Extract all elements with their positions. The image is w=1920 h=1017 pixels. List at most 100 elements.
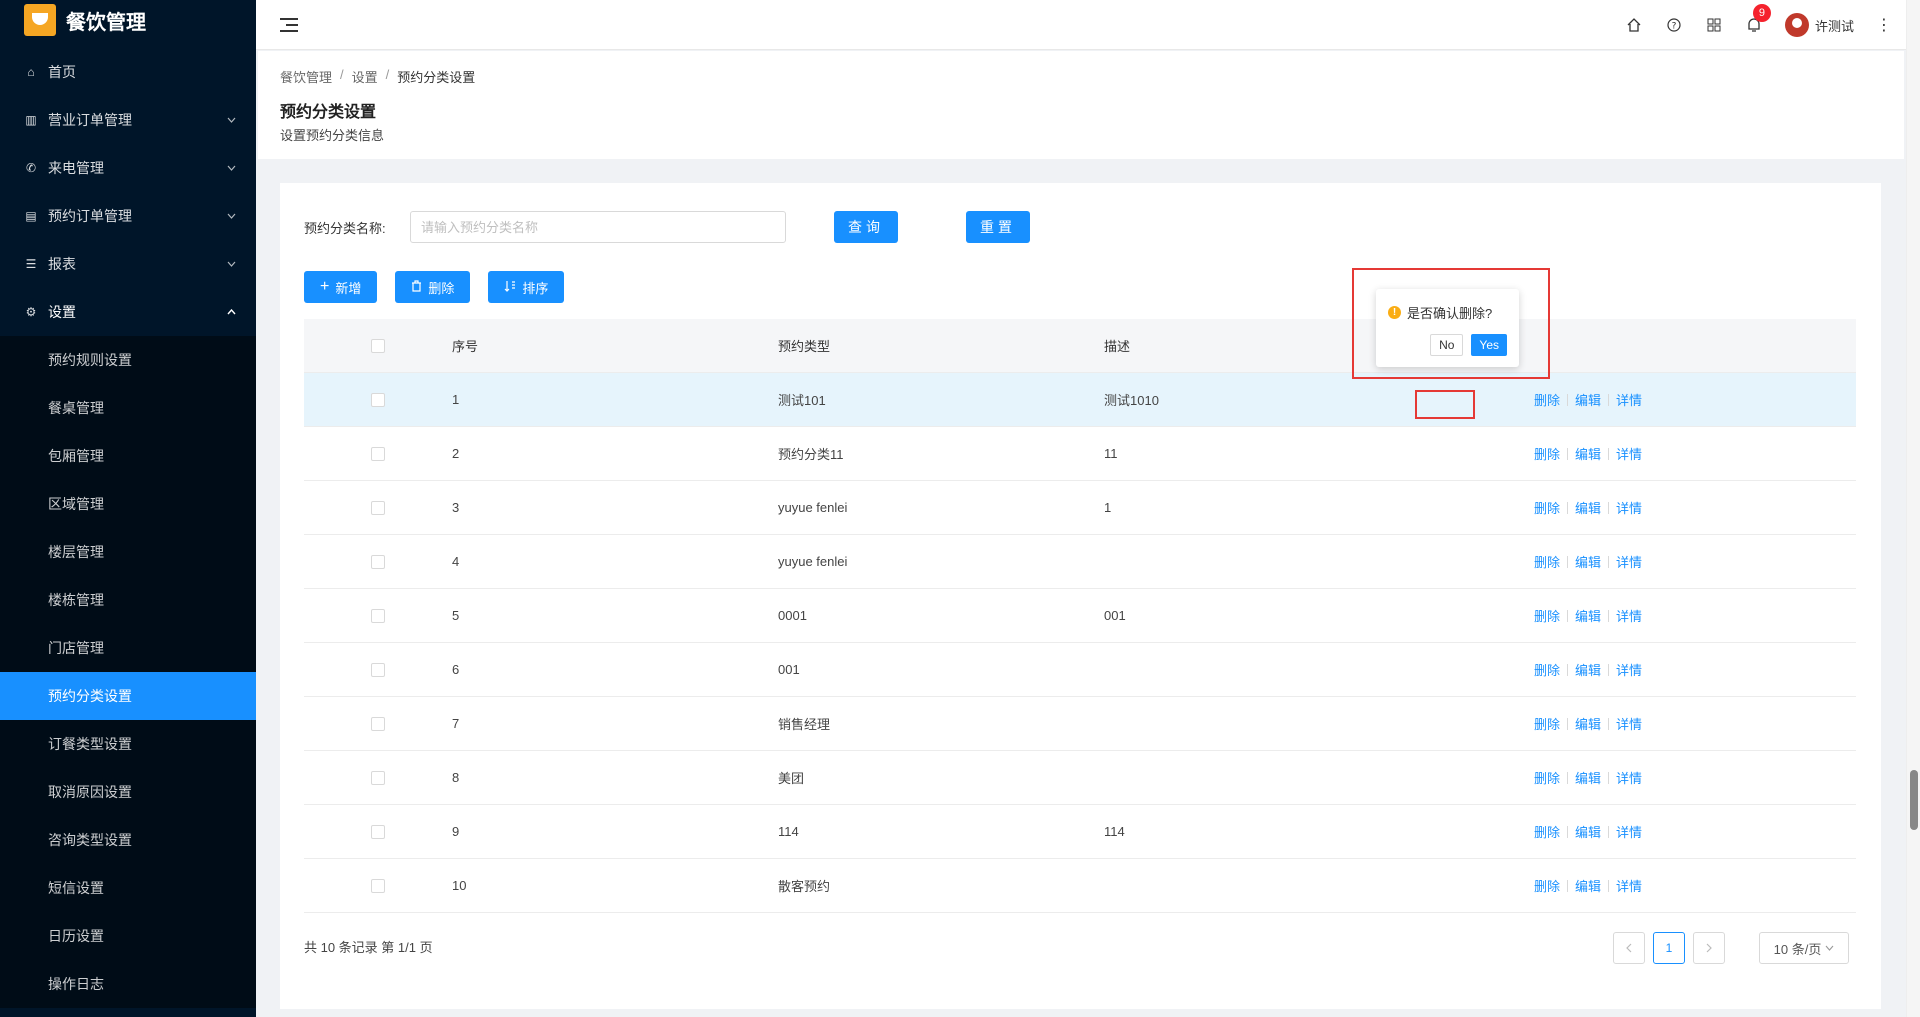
row-delete-link[interactable]: 删除: [1534, 714, 1560, 733]
row-checkbox[interactable]: [371, 824, 385, 839]
sidebar-item[interactable]: ⚙ 设置: [0, 288, 256, 336]
bell-icon[interactable]: 9: [1745, 4, 1771, 34]
sort-button[interactable]: 排序: [488, 271, 565, 303]
row-checkbox[interactable]: [371, 554, 385, 569]
row-delete-link[interactable]: 删除: [1534, 606, 1560, 625]
cell-index: 6: [452, 662, 460, 677]
row-detail-link[interactable]: 详情: [1616, 660, 1642, 679]
table-row[interactable]: 4 yuyue fenlei 删除 编辑 详情: [304, 535, 1856, 589]
sidebar-subitem[interactable]: 预约分类设置: [0, 672, 256, 720]
sidebar-subitem[interactable]: 餐桌管理: [0, 384, 256, 432]
add-button[interactable]: + 新增: [304, 271, 378, 303]
row-detail-link[interactable]: 详情: [1616, 768, 1642, 787]
popconfirm-yes-button[interactable]: Yes: [1471, 334, 1507, 356]
sidebar-subitem[interactable]: 订餐类型设置: [0, 720, 256, 768]
sidebar-subitem[interactable]: 咨询类型设置: [0, 816, 256, 864]
sidebar-item[interactable]: ☰ 报表: [0, 240, 256, 288]
row-detail-link[interactable]: 详情: [1616, 606, 1642, 625]
scrollbar-thumb[interactable]: [1910, 770, 1918, 830]
reset-button[interactable]: 重置: [966, 211, 1030, 243]
row-checkbox[interactable]: [371, 608, 385, 623]
sidebar-subitem[interactable]: 取消原因设置: [0, 768, 256, 816]
search-input[interactable]: [410, 211, 786, 243]
sidebar-item[interactable]: ▤ 预约订单管理: [0, 192, 256, 240]
row-detail-link[interactable]: 详情: [1616, 444, 1642, 463]
table-row[interactable]: 8 美团 删除 编辑 详情: [304, 751, 1856, 805]
table-row[interactable]: 9 114 114 删除 编辑 详情: [304, 805, 1856, 859]
row-checkbox[interactable]: [371, 716, 385, 731]
row-checkbox[interactable]: [371, 500, 385, 515]
row-checkbox[interactable]: [371, 392, 385, 407]
row-detail-link[interactable]: 详情: [1616, 822, 1642, 841]
row-detail-link[interactable]: 详情: [1616, 390, 1642, 409]
sidebar-subitem[interactable]: 楼栋管理: [0, 576, 256, 624]
sidebar-item[interactable]: ▥ 营业订单管理: [0, 96, 256, 144]
apps-grid-icon[interactable]: [1705, 16, 1723, 34]
row-delete-link[interactable]: 删除: [1534, 498, 1560, 517]
user-menu[interactable]: 许测试: [1784, 13, 1854, 37]
home-icon[interactable]: [1625, 16, 1643, 34]
sidebar-subitem[interactable]: 日历设置: [0, 912, 256, 960]
row-delete-link[interactable]: 删除: [1534, 876, 1560, 895]
sidebar-subitem[interactable]: 区域管理: [0, 480, 256, 528]
row-edit-link[interactable]: 编辑: [1575, 822, 1601, 841]
row-checkbox[interactable]: [371, 446, 385, 461]
breadcrumb-item[interactable]: 设置: [352, 67, 378, 86]
row-checkbox[interactable]: [371, 770, 385, 785]
query-button[interactable]: 查询: [834, 211, 898, 243]
prev-page-button[interactable]: [1613, 932, 1645, 964]
help-icon[interactable]: ?: [1665, 16, 1683, 34]
sidebar-subitem[interactable]: 操作日志: [0, 960, 256, 1008]
table-row[interactable]: 6 001 删除 编辑 详情: [304, 643, 1856, 697]
row-delete-link[interactable]: 删除: [1534, 822, 1560, 841]
next-page-button[interactable]: [1693, 932, 1725, 964]
more-vertical-icon[interactable]: ⋮: [1876, 15, 1892, 35]
table-row[interactable]: 3 yuyue fenlei 1 删除 编辑 详情: [304, 481, 1856, 535]
row-detail-link[interactable]: 详情: [1616, 552, 1642, 571]
sidebar-item[interactable]: ⌂ 首页: [0, 48, 256, 96]
row-edit-link[interactable]: 编辑: [1575, 552, 1601, 571]
row-edit-link[interactable]: 编辑: [1575, 390, 1601, 409]
sidebar-subitem[interactable]: 预约规则设置: [0, 336, 256, 384]
row-detail-link[interactable]: 详情: [1616, 714, 1642, 733]
row-detail-link[interactable]: 详情: [1616, 498, 1642, 517]
table-row[interactable]: 5 0001 001 删除 编辑 详情: [304, 589, 1856, 643]
action-divider: [1567, 393, 1569, 406]
menu-fold-icon[interactable]: [280, 17, 300, 33]
breadcrumb-item[interactable]: 餐饮管理: [280, 67, 332, 86]
action-divider: [1567, 555, 1569, 568]
row-delete-link[interactable]: 删除: [1534, 768, 1560, 787]
row-edit-link[interactable]: 编辑: [1575, 768, 1601, 787]
page-size-select[interactable]: 10 条/页: [1759, 932, 1849, 964]
row-detail-link[interactable]: 详情: [1616, 876, 1642, 895]
table-row[interactable]: 7 销售经理 删除 编辑 详情: [304, 697, 1856, 751]
sidebar-subitem[interactable]: 短信设置: [0, 864, 256, 912]
sidebar-subitem[interactable]: 门店管理: [0, 624, 256, 672]
sidebar-subitem[interactable]: 包厢管理: [0, 432, 256, 480]
table-row[interactable]: 2 预约分类11 11 删除 编辑 详情: [304, 427, 1856, 481]
row-delete-link[interactable]: 删除: [1534, 444, 1560, 463]
row-edit-link[interactable]: 编辑: [1575, 660, 1601, 679]
row-delete-link[interactable]: 删除: [1534, 390, 1560, 409]
row-edit-link[interactable]: 编辑: [1575, 714, 1601, 733]
row-checkbox[interactable]: [371, 878, 385, 893]
table-row[interactable]: 1 测试101 测试1010 删除 编辑 详情: [304, 373, 1856, 427]
select-all-checkbox[interactable]: [371, 338, 385, 353]
action-divider: [1567, 663, 1569, 676]
popconfirm-no-button[interactable]: No: [1430, 334, 1464, 356]
row-checkbox[interactable]: [371, 662, 385, 677]
sidebar-item[interactable]: ✆ 来电管理: [0, 144, 256, 192]
annotation-highlight-delete-link: [1415, 390, 1475, 419]
page-number-button[interactable]: 1: [1653, 932, 1685, 964]
page-scrollbar[interactable]: [1906, 0, 1920, 1017]
row-delete-link[interactable]: 删除: [1534, 660, 1560, 679]
table-row[interactable]: 10 散客预约 删除 编辑 详情: [304, 859, 1856, 913]
row-edit-link[interactable]: 编辑: [1575, 444, 1601, 463]
row-edit-link[interactable]: 编辑: [1575, 876, 1601, 895]
search-label: 预约分类名称:: [304, 220, 386, 236]
row-delete-link[interactable]: 删除: [1534, 552, 1560, 571]
sidebar-subitem[interactable]: 楼层管理: [0, 528, 256, 576]
row-edit-link[interactable]: 编辑: [1575, 606, 1601, 625]
row-edit-link[interactable]: 编辑: [1575, 498, 1601, 517]
delete-button[interactable]: 删除: [395, 271, 471, 303]
